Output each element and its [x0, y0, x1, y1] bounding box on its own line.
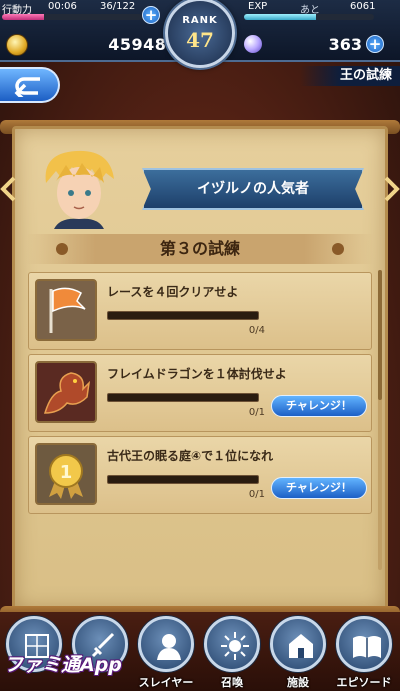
gem-count: 363	[328, 35, 362, 54]
nav-item-summon[interactable]: 召喚	[200, 616, 264, 689]
event-ribbon: イヅルノの人気者	[142, 168, 364, 210]
exp-bar	[244, 14, 374, 20]
page-title: 王の試練	[299, 66, 400, 86]
back-button[interactable]	[0, 67, 60, 103]
book-icon	[353, 636, 381, 658]
coin-icon	[6, 34, 28, 56]
nav-item-facility[interactable]: 施設	[266, 616, 330, 689]
exp-fill	[244, 14, 316, 20]
gem-icon	[244, 35, 262, 53]
stamina-value: 36/122	[100, 1, 136, 12]
rank-label: RANK	[182, 15, 218, 26]
exp-value: 6061	[350, 1, 376, 12]
svg-text:1: 1	[60, 462, 73, 483]
prev-arrow-icon[interactable]	[0, 176, 16, 202]
next-arrow-icon[interactable]	[384, 176, 400, 202]
nav-item-episode[interactable]: エピソード	[332, 616, 396, 689]
trial-title: 第３の試練	[159, 239, 240, 258]
nav-circle	[336, 616, 392, 672]
summon-icon	[221, 632, 249, 660]
mission-progress-count: 0/4	[248, 325, 265, 336]
nav-item-slayer[interactable]: スレイヤー	[134, 616, 198, 689]
event-name: イヅルノの人気者	[197, 181, 309, 197]
mission-text: フレイムドラゴンを１体討伐せよ	[107, 367, 287, 381]
watermark: ファミ通App	[4, 654, 122, 676]
sub-header: 王の試練	[0, 62, 400, 106]
mission-progress-count: 0/1	[248, 489, 265, 500]
coin-count: 459489	[108, 35, 178, 54]
stamina-timer: 00:06	[48, 1, 77, 12]
mission-text: 古代王の眠る庭④で１位になれ	[107, 449, 274, 463]
status-bar: 行動力 00:06 36/122 + EXP あと 6061 459489 36…	[0, 0, 400, 68]
nav-circle	[204, 616, 260, 672]
rank-value: 47	[186, 28, 214, 52]
mission-scrollbar[interactable]	[378, 270, 382, 570]
medal-icon: 1	[35, 443, 97, 505]
rank-badge[interactable]: RANK 47	[165, 0, 235, 68]
nav-circle	[138, 616, 194, 672]
nav-circle	[270, 616, 326, 672]
nav-label: スレイヤー	[138, 676, 194, 689]
exp-label: EXP	[248, 1, 268, 12]
mission-card: レースを４回クリアせよ 0/4	[28, 272, 372, 350]
mission-text: レースを４回クリアせよ	[107, 285, 239, 299]
flag-icon	[35, 279, 97, 341]
add-gems-button[interactable]: +	[366, 35, 384, 53]
mission-progress-count: 0/1	[248, 407, 265, 418]
ornament-icon	[332, 243, 344, 255]
mission-progress-bar	[107, 475, 259, 484]
trial-header: 第３の試練	[26, 234, 374, 264]
scrollbar-thumb[interactable]	[378, 270, 382, 400]
character-portrait	[45, 150, 114, 229]
nav-label: 召喚	[221, 676, 243, 689]
stamina-fill	[2, 14, 44, 20]
challenge-button[interactable]: チャレンジ！	[271, 395, 367, 417]
mission-card: フレイムドラゴンを１体討伐せよ 0/1 チャレンジ！	[28, 354, 372, 432]
stamina-bar	[2, 14, 142, 20]
nav-label: エピソード	[336, 676, 392, 689]
add-stamina-button[interactable]: +	[142, 6, 160, 24]
challenge-button[interactable]: チャレンジ！	[271, 477, 367, 499]
back-arrow-icon	[14, 77, 40, 97]
facility-icon	[289, 634, 313, 658]
mission-progress-bar	[107, 311, 259, 320]
nav-label: 施設	[287, 676, 309, 689]
mission-progress-bar	[107, 393, 259, 402]
dragon-icon	[35, 361, 97, 423]
slayer-icon	[157, 634, 181, 660]
mission-card: 1 古代王の眠る庭④で１位になれ 0/1 チャレンジ！	[28, 436, 372, 514]
